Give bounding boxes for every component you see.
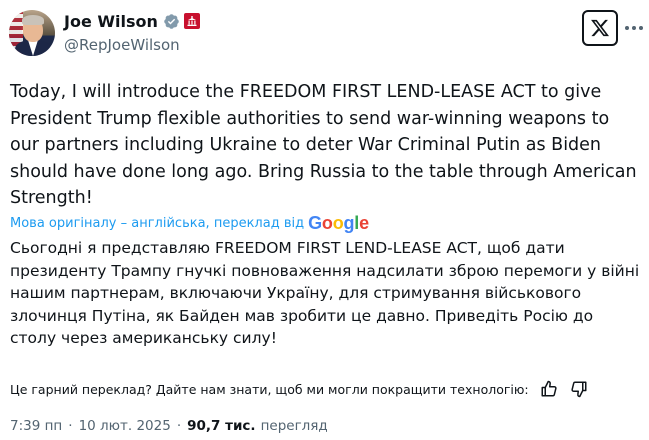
- verified-check-icon[interactable]: [163, 13, 180, 30]
- translation-feedback: Це гарний переклад? Дайте нам знати, щоб…: [10, 379, 640, 399]
- tweet-date[interactable]: 10 лют. 2025: [79, 418, 171, 434]
- translated-text: Сьогодні я представляю FREEDOM FIRST LEN…: [10, 239, 640, 347]
- tweet-text: Today, I will introduce the FREEDOM FIRS…: [10, 82, 637, 209]
- tweet-meta: 7:39 пп · 10 лют. 2025 · 90,7 тис. перег…: [10, 418, 328, 434]
- google-logo-letter: G: [308, 212, 322, 233]
- google-logo: Google: [308, 213, 369, 234]
- more-options-icon[interactable]: [624, 18, 644, 38]
- translation-note[interactable]: Мова оригіналу – англійська, переклад ві…: [10, 213, 369, 234]
- author-name-row: Joe Wilson: [64, 10, 200, 32]
- government-affiliation-icon[interactable]: [183, 13, 200, 29]
- author-name[interactable]: Joe Wilson: [64, 12, 158, 31]
- views-count: 90,7 тис.: [187, 418, 256, 434]
- google-logo-letter: e: [359, 212, 369, 233]
- feedback-question: Це гарний переклад? Дайте нам знати, щоб…: [10, 381, 529, 397]
- google-logo-letter: o: [321, 212, 333, 233]
- meta-separator: ·: [68, 418, 73, 434]
- google-logo-letter: g: [343, 212, 355, 233]
- author-handle[interactable]: @RepJoeWilson: [64, 36, 180, 54]
- views-label: перегляд: [260, 418, 328, 434]
- avatar-hair: [22, 15, 44, 25]
- google-logo-letter: o: [332, 212, 344, 233]
- x-logo-icon[interactable]: [582, 10, 618, 46]
- thumbs-down-icon[interactable]: [569, 379, 589, 399]
- avatar[interactable]: [9, 10, 55, 56]
- translation-note-label[interactable]: Мова оригіналу – англійська, переклад ві…: [10, 216, 304, 231]
- thumbs-up-icon[interactable]: [539, 379, 559, 399]
- meta-separator: ·: [176, 418, 182, 434]
- tweet-time[interactable]: 7:39 пп: [10, 418, 62, 434]
